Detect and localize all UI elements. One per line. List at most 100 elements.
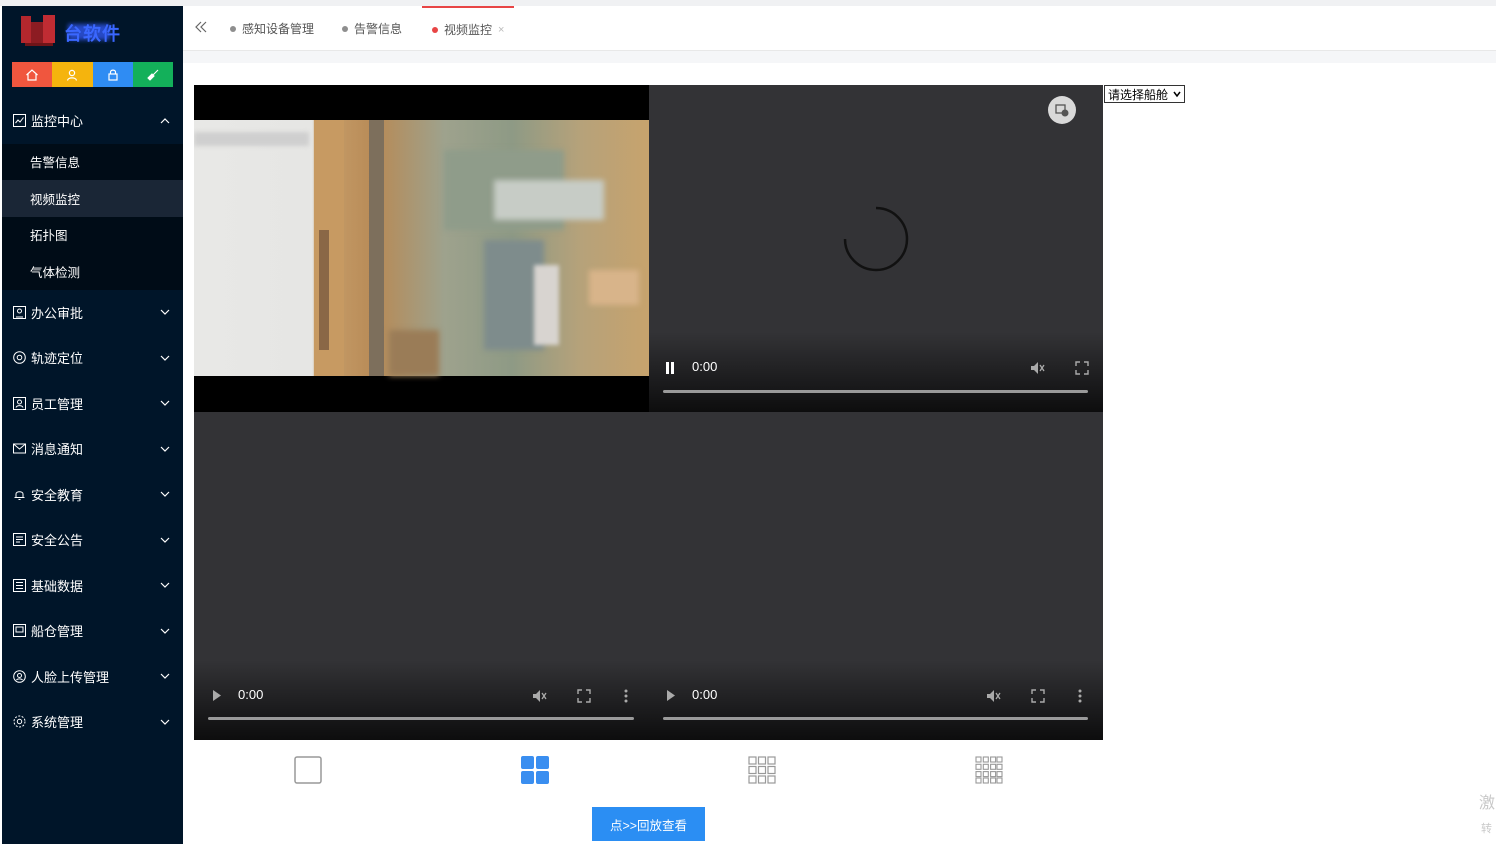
chevron-down-icon [160, 628, 170, 634]
quick-actions [12, 62, 173, 87]
menu-group-system[interactable]: 系统管理 [2, 699, 183, 745]
menu-group-message[interactable]: 消息通知 [2, 426, 183, 472]
menu-group-education[interactable]: 安全教育 [2, 472, 183, 518]
broom-icon [147, 69, 159, 81]
tab-sensor-device[interactable]: 感知设备管理 [230, 6, 314, 51]
sidebar-item-alarm[interactable]: 告警信息 [2, 144, 183, 181]
picture-in-picture-button[interactable] [1048, 96, 1076, 124]
chevron-down-icon [1173, 91, 1181, 98]
play-icon[interactable] [666, 690, 676, 701]
menu-group-label: 基础数据 [31, 578, 84, 594]
home-button[interactable] [12, 62, 53, 87]
approval-icon [13, 305, 26, 319]
player-controls: 0:00 [194, 685, 649, 705]
player-controls: 0:00 [649, 357, 1103, 377]
menu-group-label: 安全教育 [31, 487, 84, 503]
menu-group-label: 员工管理 [31, 396, 84, 412]
data-icon [13, 578, 26, 592]
tab-label: 视频监控 [444, 23, 493, 37]
clean-button[interactable] [132, 62, 173, 87]
video-grid: 0:00 0:00 0:00 [194, 85, 1103, 740]
sidebar-menu: 监控中心 告警信息 视频监控 拓扑图 气体检测 办公审批 轨迹定位 员工管理 消… [2, 98, 183, 745]
tab-label: 告警信息 [354, 22, 403, 36]
fullscreen-icon[interactable] [1075, 361, 1089, 375]
chevron-down-icon [160, 537, 170, 543]
mute-icon[interactable] [1029, 360, 1045, 376]
menu-group-location[interactable]: 轨迹定位 [2, 335, 183, 381]
notice-icon [13, 533, 26, 547]
layout-1x1-button[interactable] [294, 756, 322, 784]
location-icon [13, 351, 26, 365]
chevron-up-icon [160, 117, 170, 124]
tab-status-dot [432, 26, 438, 33]
menu-group-label: 安全公告 [31, 533, 84, 549]
tab-alarm-info[interactable]: 告警信息 [342, 6, 402, 51]
menu-group-basedata[interactable]: 基础数据 [2, 563, 183, 609]
staff-icon [13, 396, 26, 410]
sidebar-item-gas[interactable]: 气体检测 [2, 253, 183, 290]
video-player-1[interactable] [194, 85, 649, 412]
menu-group-approval[interactable]: 办公审批 [2, 290, 183, 336]
progress-bar[interactable] [663, 717, 1088, 720]
time-display: 0:00 [238, 687, 264, 702]
chevron-down-icon [160, 355, 170, 361]
tab-close-icon[interactable]: × [498, 24, 504, 36]
video-player-4[interactable]: 0:00 [649, 412, 1103, 740]
layout-4x4-button[interactable] [975, 756, 1003, 784]
mute-icon[interactable] [985, 688, 1001, 704]
layout-2x2-button[interactable] [521, 756, 549, 784]
chevron-down-icon [160, 582, 170, 589]
menu-group-staff[interactable]: 员工管理 [2, 381, 183, 427]
menu-group-label: 人脸上传管理 [31, 669, 110, 685]
home-icon [26, 68, 39, 81]
video-player-2[interactable]: 0:00 [649, 85, 1103, 412]
player-controls: 0:00 [649, 685, 1103, 705]
chevron-down-icon [160, 446, 170, 452]
mute-icon[interactable] [531, 688, 547, 704]
progress-bar[interactable] [208, 717, 634, 720]
collapse-sidebar-icon[interactable] [193, 19, 209, 35]
tab-label: 感知设备管理 [242, 22, 315, 36]
app-title: 台软件 [64, 24, 121, 44]
sidebar-item-topology[interactable]: 拓扑图 [2, 217, 183, 254]
cabin-icon [13, 624, 26, 638]
menu-group-label: 监控中心 [31, 114, 84, 130]
menu-group-label: 系统管理 [31, 715, 84, 731]
playback-view-button[interactable]: 点>>回放查看 [592, 807, 705, 841]
layout-3x3-button[interactable] [748, 756, 776, 784]
fullscreen-icon[interactable] [577, 689, 591, 703]
logo-icon [21, 15, 55, 46]
video-player-3[interactable]: 0:00 [194, 412, 649, 740]
tab-video-monitor[interactable]: 视频监控 × [422, 6, 515, 51]
submenu-monitor: 告警信息 视频监控 拓扑图 气体检测 [2, 143, 183, 290]
progress-bar[interactable] [663, 390, 1088, 393]
user-button[interactable] [52, 62, 93, 87]
menu-group-label: 办公审批 [31, 305, 84, 321]
menu-group-notice[interactable]: 安全公告 [2, 517, 183, 563]
pip-icon [1055, 104, 1069, 117]
time-display: 0:00 [692, 359, 718, 374]
tab-bar: 感知设备管理 告警信息 视频监控 × [183, 6, 1496, 51]
menu-group-cabin[interactable]: 船仓管理 [2, 608, 183, 654]
chevron-down-icon [160, 673, 170, 680]
fullscreen-icon[interactable] [1031, 689, 1045, 703]
chevron-down-icon [160, 400, 170, 407]
pause-icon[interactable] [665, 362, 675, 374]
menu-group-face[interactable]: 人脸上传管理 [2, 654, 183, 700]
mail-icon [13, 443, 26, 454]
lock-icon [108, 69, 118, 81]
tab-status-dot [342, 25, 348, 32]
watermark-glyph-small: 转 [1481, 823, 1492, 835]
chevron-down-icon [160, 719, 170, 725]
chevron-down-icon [160, 309, 170, 316]
play-icon[interactable] [212, 690, 222, 701]
sidebar-item-video[interactable]: 视频监控 [2, 180, 183, 217]
content-header-strip [183, 51, 1496, 63]
ship-select[interactable]: 请选择船舱 [1104, 85, 1185, 103]
more-options-icon[interactable] [624, 688, 628, 704]
chevron-down-icon [160, 491, 170, 498]
sidebar: 台软件 监控中心 告警信息 视频监控 拓扑图 气体检测 办公审批 轨迹定位 员工… [2, 6, 183, 844]
menu-group-monitor[interactable]: 监控中心 [2, 98, 183, 144]
lock-button[interactable] [92, 62, 133, 87]
more-options-icon[interactable] [1078, 688, 1082, 704]
